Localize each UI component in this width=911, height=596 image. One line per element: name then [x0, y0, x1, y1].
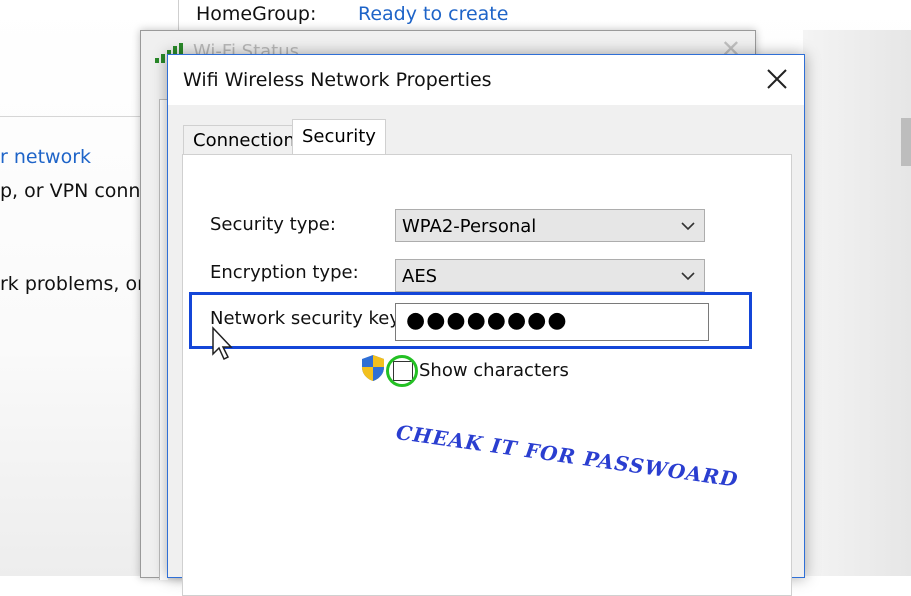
- security-type-label: Security type:: [210, 214, 336, 235]
- troubleshoot-description-text: rk problems, or: [0, 273, 145, 295]
- show-characters-label[interactable]: Show characters: [419, 360, 569, 381]
- background-window-edge: [803, 30, 911, 576]
- dialog-title: Wifi Wireless Network Properties: [183, 69, 492, 91]
- divider: [0, 116, 145, 117]
- network-security-key-label: Network security key: [210, 308, 400, 329]
- connection-description-text: p, or VPN conne: [0, 180, 153, 202]
- homegroup-row: HomeGroup: Ready to create: [0, 0, 911, 30]
- tab-security[interactable]: Security: [292, 119, 386, 156]
- homegroup-label: HomeGroup:: [196, 3, 317, 25]
- scrollbar-thumb[interactable]: [901, 118, 911, 166]
- security-type-select[interactable]: WPA2-Personal: [395, 209, 705, 242]
- network-security-key-input[interactable]: ●●●●●●●●: [395, 303, 709, 341]
- shield-icon: [362, 355, 384, 381]
- dialog-titlebar: Wifi Wireless Network Properties: [168, 55, 804, 105]
- setup-network-link[interactable]: r network: [0, 146, 91, 168]
- chevron-down-icon: [681, 222, 695, 231]
- encryption-type-value: AES: [402, 266, 438, 287]
- encryption-type-select[interactable]: AES: [395, 259, 705, 292]
- homegroup-link[interactable]: Ready to create: [358, 3, 508, 25]
- network-properties-dialog: Wifi Wireless Network Properties Connect…: [167, 54, 805, 596]
- close-button[interactable]: [762, 63, 792, 95]
- tab-connection[interactable]: Connection: [183, 125, 305, 154]
- show-characters-checkbox[interactable]: [393, 361, 413, 381]
- close-icon: [767, 69, 787, 89]
- divider: [178, 0, 179, 30]
- security-type-value: WPA2-Personal: [402, 216, 537, 237]
- mouse-cursor-icon: [212, 326, 233, 361]
- encryption-type-label: Encryption type:: [210, 262, 359, 283]
- chevron-down-icon: [681, 272, 695, 281]
